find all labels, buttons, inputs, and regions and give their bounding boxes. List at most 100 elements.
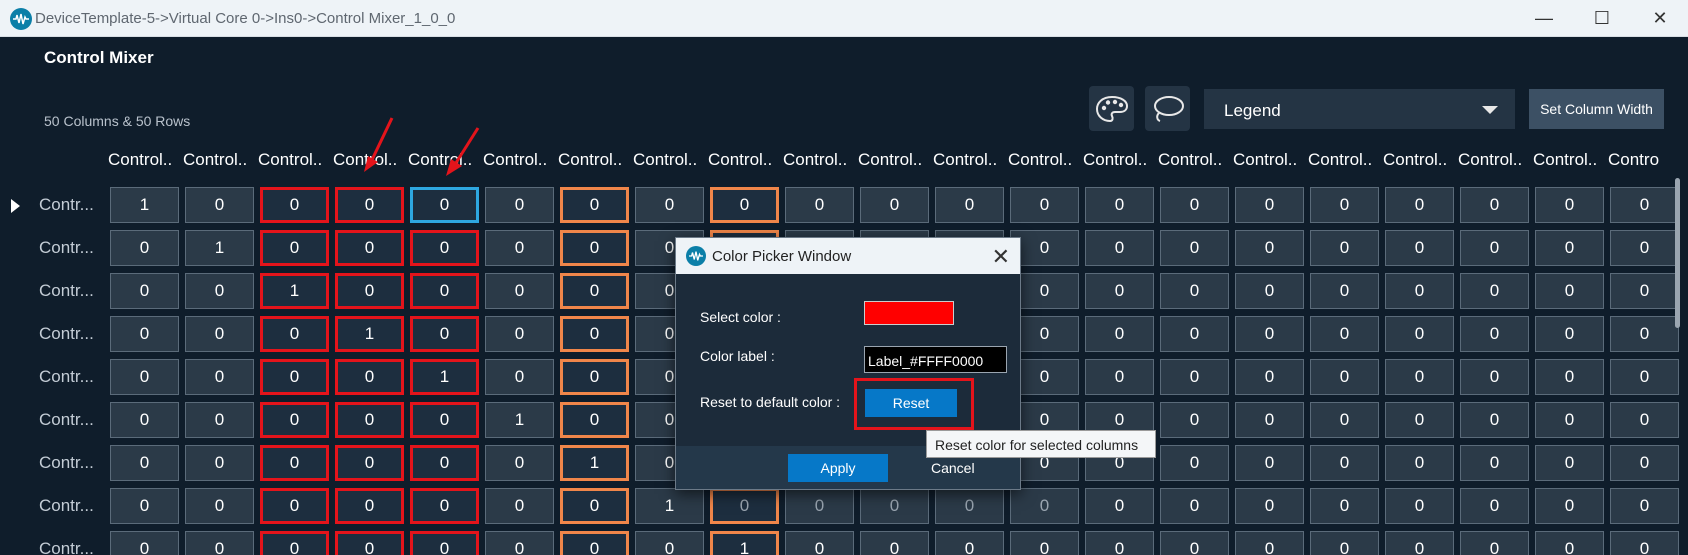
grid-cell[interactable]: 0	[185, 359, 254, 395]
grid-cell[interactable]: 0	[1310, 445, 1379, 481]
grid-cell[interactable]: 0	[560, 316, 629, 352]
grid-cell[interactable]: 0	[1460, 488, 1529, 524]
row-header[interactable]: Contr...	[39, 367, 94, 387]
grid-cell[interactable]: 0	[935, 531, 1004, 555]
column-header[interactable]: Control..	[1458, 150, 1532, 170]
grid-cell[interactable]: 0	[1460, 187, 1529, 223]
grid-cell[interactable]: 1	[335, 316, 404, 352]
grid-cell[interactable]: 0	[1610, 488, 1679, 524]
color-label-input[interactable]: Label_#FFFF0000	[864, 346, 1007, 373]
grid-cell[interactable]: 0	[1385, 359, 1454, 395]
set-column-width-button[interactable]: Set Column Width	[1529, 89, 1664, 129]
grid-cell[interactable]: 0	[110, 402, 179, 438]
grid-cell[interactable]: 0	[260, 187, 329, 223]
grid-cell[interactable]: 0	[560, 187, 629, 223]
column-header[interactable]: Control..	[783, 150, 857, 170]
grid-cell[interactable]: 0	[710, 488, 779, 524]
grid-cell[interactable]: 0	[560, 230, 629, 266]
grid-cell[interactable]: 0	[1385, 273, 1454, 309]
grid-cell[interactable]: 0	[1010, 531, 1079, 555]
column-header[interactable]: Control..	[1158, 150, 1232, 170]
grid-cell[interactable]: 0	[410, 273, 479, 309]
grid-cell[interactable]: 0	[860, 488, 929, 524]
grid-cell[interactable]: 0	[485, 359, 554, 395]
grid-cell[interactable]: 0	[1160, 402, 1229, 438]
grid-cell[interactable]: 0	[1535, 531, 1604, 555]
grid-cell[interactable]: 0	[1535, 488, 1604, 524]
grid-cell[interactable]: 0	[1235, 187, 1304, 223]
grid-cell[interactable]: 0	[560, 273, 629, 309]
column-header[interactable]: Control..	[1233, 150, 1307, 170]
grid-cell[interactable]: 0	[1310, 359, 1379, 395]
minimize-button[interactable]: —	[1516, 0, 1572, 37]
grid-cell[interactable]: 0	[1235, 402, 1304, 438]
column-header[interactable]: Control..	[933, 150, 1007, 170]
grid-cell[interactable]: 0	[1085, 187, 1154, 223]
grid-cell[interactable]: 0	[110, 359, 179, 395]
grid-cell[interactable]: 0	[785, 488, 854, 524]
grid-cell[interactable]: 0	[1235, 359, 1304, 395]
grid-cell[interactable]: 0	[1460, 531, 1529, 555]
grid-cell[interactable]: 0	[110, 273, 179, 309]
reset-button[interactable]: Reset	[865, 389, 957, 417]
lasso-button[interactable]	[1145, 86, 1190, 131]
grid-cell[interactable]: 0	[410, 187, 479, 223]
grid-cell[interactable]: 0	[1010, 187, 1079, 223]
maximize-button[interactable]: ☐	[1574, 0, 1630, 37]
column-header[interactable]: Control..	[1533, 150, 1607, 170]
grid-cell[interactable]: 0	[1610, 316, 1679, 352]
grid-cell[interactable]: 0	[1160, 445, 1229, 481]
grid-cell[interactable]: 0	[110, 488, 179, 524]
column-header[interactable]: Control..	[1083, 150, 1157, 170]
row-header[interactable]: Contr...	[39, 496, 94, 516]
grid-cell[interactable]: 0	[485, 316, 554, 352]
grid-cell[interactable]: 0	[185, 316, 254, 352]
grid-cell[interactable]: 0	[1610, 402, 1679, 438]
row-header[interactable]: Contr...	[39, 453, 94, 473]
vertical-scrollbar[interactable]	[1675, 178, 1680, 328]
column-header[interactable]: Control..	[708, 150, 782, 170]
grid-cell[interactable]: 0	[1535, 187, 1604, 223]
grid-cell[interactable]: 0	[1235, 445, 1304, 481]
grid-cell[interactable]: 0	[1460, 316, 1529, 352]
grid-cell[interactable]: 0	[1160, 230, 1229, 266]
grid-cell[interactable]: 0	[560, 488, 629, 524]
grid-cell[interactable]: 0	[335, 445, 404, 481]
grid-cell[interactable]: 0	[185, 402, 254, 438]
grid-cell[interactable]: 0	[1460, 359, 1529, 395]
grid-cell[interactable]: 0	[1160, 273, 1229, 309]
grid-cell[interactable]: 0	[1460, 273, 1529, 309]
cancel-button[interactable]: Cancel	[931, 460, 975, 476]
grid-cell[interactable]: 0	[785, 531, 854, 555]
grid-cell[interactable]: 0	[410, 230, 479, 266]
grid-cell[interactable]: 0	[1610, 531, 1679, 555]
grid-cell[interactable]: 0	[1235, 273, 1304, 309]
grid-cell[interactable]: 1	[410, 359, 479, 395]
grid-cell[interactable]: 0	[1385, 230, 1454, 266]
grid-cell[interactable]: 0	[935, 488, 1004, 524]
close-window-button[interactable]: ✕	[1632, 0, 1688, 37]
dialog-close-button[interactable]: ✕	[992, 244, 1010, 270]
grid-cell[interactable]: 0	[1385, 445, 1454, 481]
grid-cell[interactable]: 0	[1310, 273, 1379, 309]
grid-cell[interactable]: 0	[860, 187, 929, 223]
grid-cell[interactable]: 0	[560, 402, 629, 438]
grid-cell[interactable]: 0	[185, 445, 254, 481]
grid-cell[interactable]: 0	[635, 531, 704, 555]
grid-cell[interactable]: 0	[1085, 359, 1154, 395]
grid-cell[interactable]: 0	[785, 187, 854, 223]
grid-cell[interactable]: 0	[1310, 531, 1379, 555]
grid-cell[interactable]: 0	[860, 531, 929, 555]
grid-cell[interactable]: 0	[1235, 531, 1304, 555]
grid-cell[interactable]: 0	[560, 531, 629, 555]
grid-cell[interactable]: 1	[485, 402, 554, 438]
grid-cell[interactable]: 0	[485, 531, 554, 555]
grid-cell[interactable]: 0	[1310, 488, 1379, 524]
grid-cell[interactable]: 0	[260, 316, 329, 352]
grid-cell[interactable]: 0	[1610, 359, 1679, 395]
grid-cell[interactable]: 0	[1085, 273, 1154, 309]
grid-cell[interactable]: 0	[260, 402, 329, 438]
grid-cell[interactable]: 0	[335, 531, 404, 555]
grid-cell[interactable]: 0	[335, 359, 404, 395]
grid-cell[interactable]: 0	[335, 230, 404, 266]
